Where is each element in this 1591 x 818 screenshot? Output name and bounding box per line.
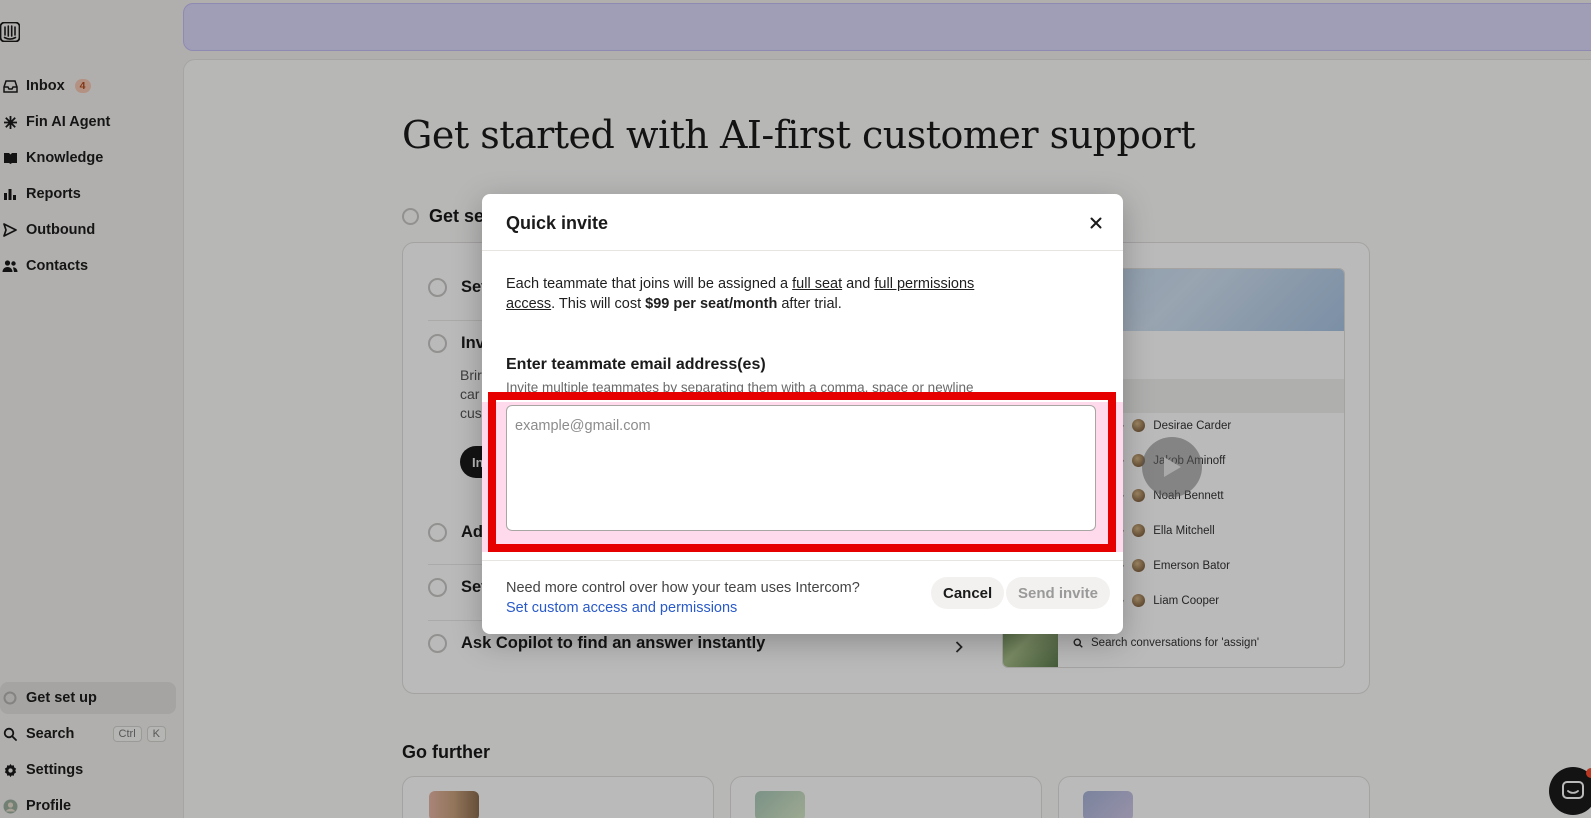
close-button[interactable] — [1085, 212, 1107, 234]
info-text: after trial. — [777, 296, 842, 312]
info-text: and — [842, 276, 875, 292]
full-seat-link[interactable]: full seat — [792, 276, 842, 292]
footer-question: Need more control over how your team use… — [506, 580, 860, 596]
dialog-header: Quick invite — [482, 194, 1123, 251]
cancel-button[interactable]: Cancel — [931, 577, 1005, 609]
send-invite-button[interactable]: Send invite — [1006, 577, 1111, 609]
info-text: Each teammate that joins will be assigne… — [506, 276, 793, 292]
dialog-title: Quick invite — [506, 213, 609, 233]
custom-access-permissions-link[interactable]: Set custom access and permissions — [506, 600, 737, 616]
seat-cost-info: Each teammate that joins will be assigne… — [506, 274, 1006, 314]
price-text: $99 per seat/month — [645, 296, 778, 312]
info-text: . This will cost — [551, 296, 646, 312]
dialog-footer: Need more control over how your team use… — [482, 560, 1123, 634]
close-icon — [1090, 217, 1102, 229]
email-field-label: Enter teammate email address(es) — [506, 356, 766, 373]
email-addresses-input[interactable] — [506, 405, 1096, 531]
